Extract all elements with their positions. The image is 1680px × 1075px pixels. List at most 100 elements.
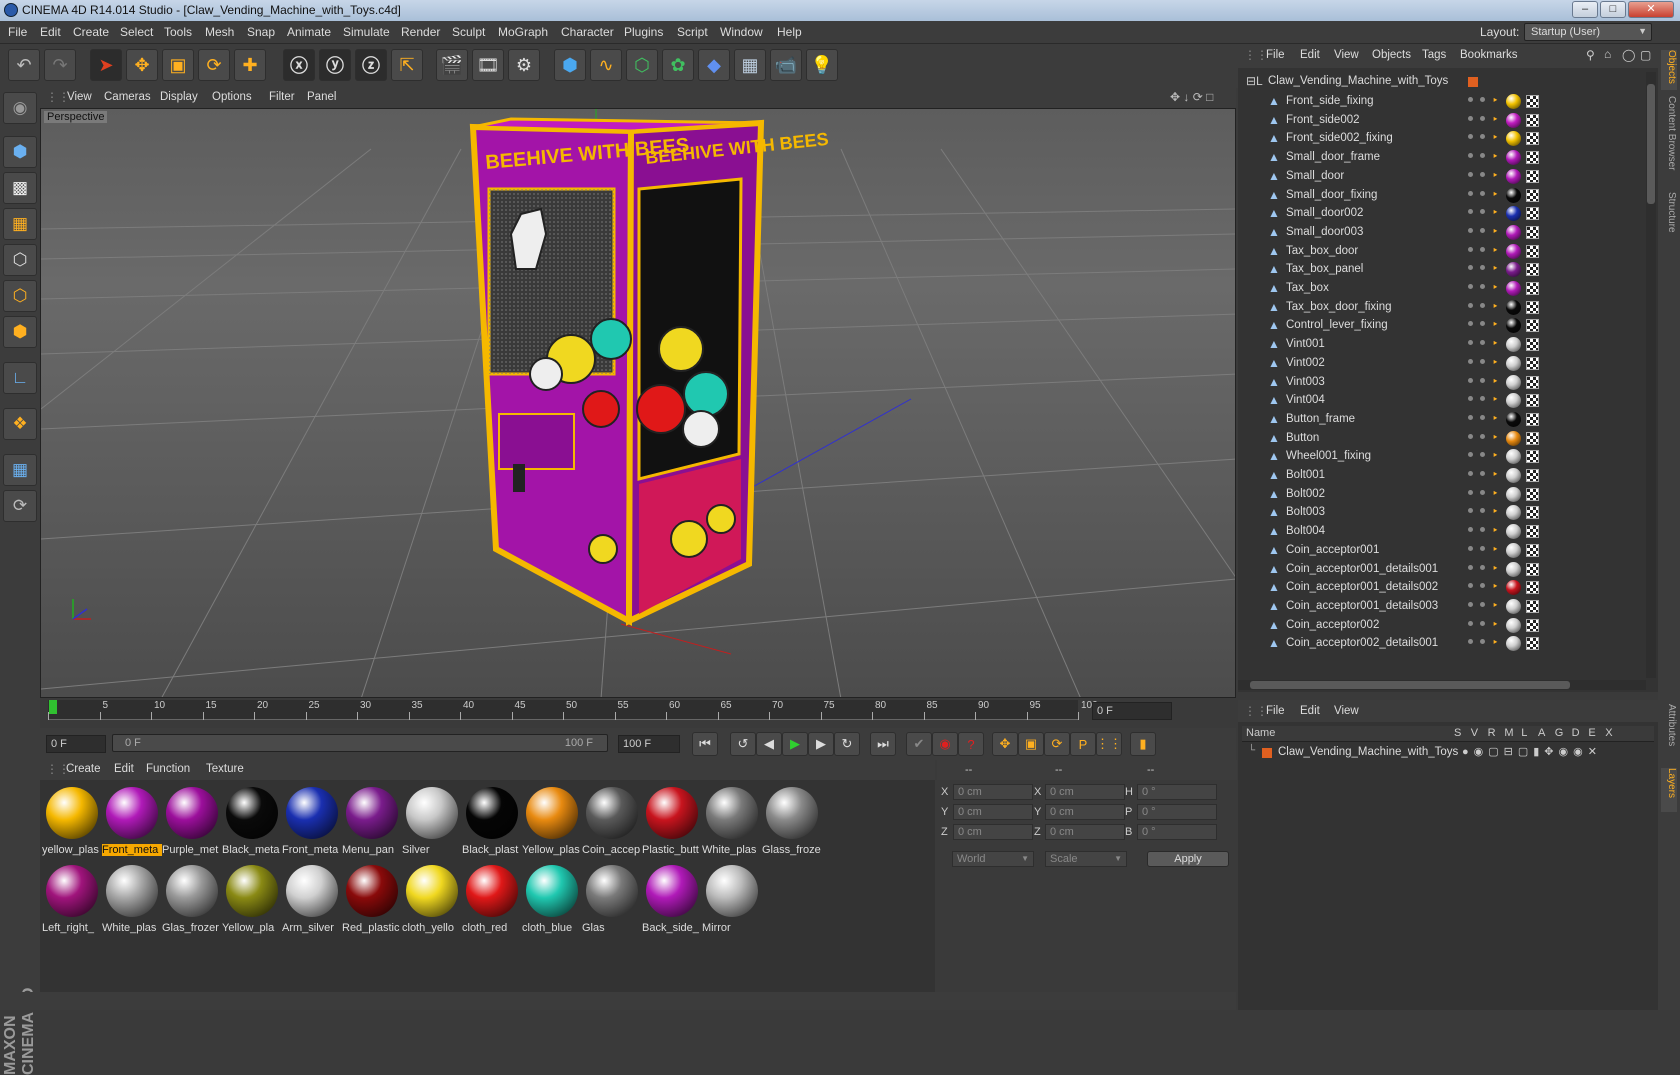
- layer-menu-edit[interactable]: Edit: [1300, 705, 1320, 717]
- material-tag-icon[interactable]: [1506, 542, 1521, 558]
- phong-tag-icon[interactable]: ‣: [1492, 300, 1499, 313]
- phong-tag-icon[interactable]: ‣: [1492, 636, 1499, 649]
- y-axis-icon[interactable]: ⓨ: [319, 49, 351, 81]
- key-position-icon[interactable]: ✥: [992, 732, 1018, 756]
- material-swatch[interactable]: Purple_met: [162, 784, 222, 860]
- object-row[interactable]: ▲ Bolt004 ‣: [1238, 522, 1646, 542]
- texture-tag-icon[interactable]: [1526, 394, 1539, 408]
- texture-tag-icon[interactable]: [1526, 356, 1539, 370]
- array-icon[interactable]: ✿: [662, 49, 694, 81]
- menu-simulate[interactable]: Simulate: [343, 25, 390, 39]
- material-tag-icon[interactable]: [1506, 561, 1521, 577]
- phong-tag-icon[interactable]: ‣: [1492, 94, 1499, 107]
- tab-structure[interactable]: Structure: [1661, 192, 1677, 242]
- material-swatch[interactable]: Coin_accep: [582, 784, 642, 860]
- material-tag-icon[interactable]: [1506, 168, 1521, 184]
- maximize-button[interactable]: □: [1600, 1, 1626, 18]
- phong-tag-icon[interactable]: ‣: [1492, 580, 1499, 593]
- material-swatch[interactable]: yellow_plas: [42, 784, 102, 860]
- phong-tag-icon[interactable]: ‣: [1492, 206, 1499, 219]
- z-axis-icon[interactable]: ⓩ: [355, 49, 387, 81]
- material-swatch[interactable]: Glass_froze: [762, 784, 822, 860]
- coordinate-system-icon[interactable]: ⇱: [391, 49, 423, 81]
- material-tag-icon[interactable]: [1506, 393, 1521, 409]
- material-swatch[interactable]: Black_meta: [222, 784, 282, 860]
- step-forward-icon[interactable]: ▶: [808, 732, 834, 756]
- coord-value-field[interactable]: 0 °: [1137, 824, 1217, 840]
- object-row[interactable]: ▲ Coin_acceptor001_details001 ‣: [1238, 560, 1646, 580]
- phong-tag-icon[interactable]: ‣: [1492, 618, 1499, 631]
- phong-tag-icon[interactable]: ‣: [1492, 431, 1499, 444]
- object-row[interactable]: ▲ Small_door003 ‣: [1238, 223, 1646, 243]
- coord-value-field[interactable]: 0 cm: [1045, 784, 1125, 800]
- texture-tag-icon[interactable]: [1526, 487, 1539, 501]
- material-swatch[interactable]: Back_side_: [642, 862, 702, 938]
- nurbs-icon[interactable]: ⬡: [626, 49, 658, 81]
- texture-tag-icon[interactable]: [1526, 132, 1539, 146]
- texture-tag-icon[interactable]: [1526, 412, 1539, 426]
- menu-animate[interactable]: Animate: [287, 25, 331, 39]
- material-tag-icon[interactable]: [1506, 374, 1521, 390]
- object-hscrollbar-thumb[interactable]: [1250, 681, 1570, 689]
- phong-tag-icon[interactable]: ‣: [1492, 487, 1499, 500]
- coord-value-field[interactable]: 0 cm: [953, 784, 1033, 800]
- phong-tag-icon[interactable]: ‣: [1492, 375, 1499, 388]
- phong-tag-icon[interactable]: ‣: [1492, 262, 1499, 275]
- live-selection-icon[interactable]: ➤: [90, 49, 122, 81]
- phong-tag-icon[interactable]: ‣: [1492, 225, 1499, 238]
- viewport-menu-panel[interactable]: Panel: [307, 91, 336, 103]
- phong-tag-icon[interactable]: ‣: [1492, 281, 1499, 294]
- phong-tag-icon[interactable]: ‣: [1492, 244, 1499, 257]
- viewport-menu-display[interactable]: Display: [160, 91, 198, 103]
- object-hscrollbar[interactable]: [1238, 680, 1646, 690]
- material-swatch[interactable]: Mirror: [702, 862, 762, 938]
- texture-tag-icon[interactable]: [1526, 244, 1539, 258]
- autokey-icon[interactable]: ◉: [932, 732, 958, 756]
- go-to-start-icon[interactable]: ⏮: [692, 732, 718, 756]
- object-row[interactable]: ▲ Front_side002_fixing ‣: [1238, 129, 1646, 149]
- search-icon[interactable]: ⚲: [1586, 48, 1595, 62]
- coord-value-field[interactable]: 0 cm: [1045, 804, 1125, 820]
- texture-tag-icon[interactable]: [1526, 525, 1539, 539]
- phong-tag-icon[interactable]: ‣: [1492, 113, 1499, 126]
- phong-tag-icon[interactable]: ‣: [1492, 318, 1499, 331]
- cube-icon[interactable]: ⬢: [554, 49, 586, 81]
- layer-toggle-icons[interactable]: ●◉▢⊟▢▮✥◉◉✕: [1462, 745, 1602, 758]
- material-swatch[interactable]: cloth_blue: [522, 862, 582, 938]
- menu-select[interactable]: Select: [120, 25, 153, 39]
- spline-icon[interactable]: ∿: [590, 49, 622, 81]
- go-to-end-icon[interactable]: ⏭: [870, 732, 896, 756]
- object-row[interactable]: ▲ Tax_box ‣: [1238, 279, 1646, 299]
- coord-value-field[interactable]: 0 cm: [953, 824, 1033, 840]
- current-frame-field[interactable]: 0 F: [1092, 702, 1172, 720]
- object-row[interactable]: ▲ Front_side_fixing ‣: [1238, 92, 1646, 112]
- object-menu-view[interactable]: View: [1334, 49, 1359, 61]
- minimize-button[interactable]: –: [1572, 1, 1598, 18]
- new-view-icon[interactable]: ◯: [1622, 48, 1635, 62]
- model-mode-icon[interactable]: ⬢: [3, 136, 37, 168]
- material-tag-icon[interactable]: [1506, 318, 1521, 334]
- object-row[interactable]: ▲ Coin_acceptor002_details001 ‣: [1238, 634, 1646, 654]
- material-swatch[interactable]: Arm_silver: [282, 862, 342, 938]
- undo-icon[interactable]: ↶: [8, 49, 40, 81]
- phong-tag-icon[interactable]: ‣: [1492, 505, 1499, 518]
- texture-tag-icon[interactable]: [1526, 375, 1539, 389]
- material-swatch[interactable]: White_plas: [102, 862, 162, 938]
- texture-tag-icon[interactable]: [1526, 450, 1539, 464]
- phong-tag-icon[interactable]: ‣: [1492, 449, 1499, 462]
- material-swatch[interactable]: Menu_pan: [342, 784, 402, 860]
- end-frame-field[interactable]: 100 F: [618, 735, 680, 753]
- texture-tag-icon[interactable]: [1526, 207, 1539, 221]
- home-icon[interactable]: ⌂: [1604, 47, 1611, 61]
- points-mode-icon[interactable]: ⬡: [3, 244, 37, 276]
- material-tag-icon[interactable]: [1506, 524, 1521, 540]
- texture-tag-icon[interactable]: [1526, 506, 1539, 520]
- object-row[interactable]: ▲ Small_door002 ‣: [1238, 204, 1646, 224]
- go-to-previous-key-icon[interactable]: ↺: [730, 732, 756, 756]
- material-tag-icon[interactable]: [1506, 355, 1521, 371]
- texture-tag-icon[interactable]: [1526, 618, 1539, 632]
- make-editable-icon[interactable]: ◉: [3, 92, 37, 124]
- material-swatch[interactable]: Left_right_: [42, 862, 102, 938]
- material-tag-icon[interactable]: [1506, 262, 1521, 278]
- add-object-icon[interactable]: ✚: [234, 49, 266, 81]
